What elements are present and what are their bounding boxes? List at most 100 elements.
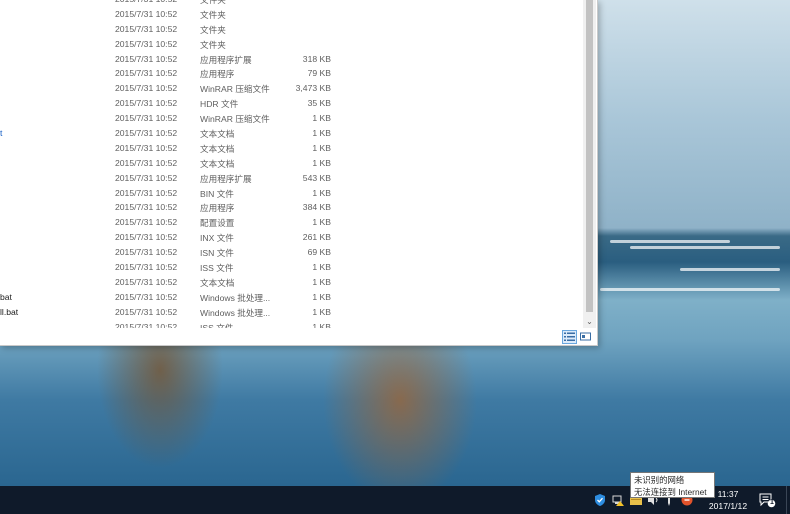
file-row[interactable]: 2015/7/31 10:52 BIN 文件 1 KB <box>0 186 583 201</box>
file-date: 2015/7/31 10:52 <box>115 98 178 109</box>
tooltip-line-1: 未识别的网络 <box>634 475 685 485</box>
file-row[interactable]: t 2015/7/31 10:52 文本文档 1 KB <box>0 126 583 141</box>
file-date: 2015/7/31 10:52 <box>115 0 177 4</box>
file-type: 配置设置 <box>200 218 235 229</box>
network-icon[interactable] <box>611 493 625 507</box>
file-date: 2015/7/31 10:52 <box>115 83 178 94</box>
wave <box>610 240 730 243</box>
file-size: 35 KB <box>307 98 331 109</box>
scrollbar-thumb[interactable] <box>586 0 593 312</box>
file-row[interactable]: 2015/7/31 10:52 ISN 文件 69 KB <box>0 245 583 260</box>
scroll-down-button[interactable]: ⌄ <box>583 316 596 328</box>
file-row[interactable]: 2015/7/31 10:52 文本文档 1 KB <box>0 156 583 171</box>
file-type: Windows 批处理... <box>200 292 271 303</box>
file-type: BIN 文件 <box>200 188 234 199</box>
file-type: ISN 文件 <box>200 248 234 259</box>
file-size: 384 KB <box>302 202 331 213</box>
file-row[interactable]: 2015/7/31 10:52 应用程序 384 KB <box>0 200 583 215</box>
file-size: 69 KB <box>307 247 331 258</box>
file-size: 3,473 KB <box>295 83 331 94</box>
file-type: 文件夹 <box>200 39 226 50</box>
file-row[interactable]: 2015/7/31 10:52 INX 文件 261 KB <box>0 230 583 245</box>
status-bar <box>0 328 597 345</box>
file-type: 应用程序扩展 <box>200 54 252 65</box>
file-size: 543 KB <box>302 172 331 183</box>
file-name: bat <box>0 291 12 302</box>
wave <box>630 246 780 249</box>
file-type: 文本文档 <box>200 158 235 169</box>
file-row[interactable]: 2015/7/31 10:52 WinRAR 压缩文件 3,473 KB <box>0 81 583 96</box>
file-size: 1 KB <box>312 157 331 168</box>
file-name: t <box>0 128 3 139</box>
file-date: 2015/7/31 10:52 <box>115 53 178 64</box>
file-date: 2015/7/31 10:52 <box>115 232 178 243</box>
notification-count: 1 <box>770 499 774 506</box>
file-type: 文本文档 <box>200 143 235 154</box>
file-row[interactable]: 2015/7/31 10:52 ISS 文件 1 KB <box>0 320 583 328</box>
show-desktop-button[interactable] <box>786 486 790 514</box>
file-date: 2015/7/31 10:52 <box>115 38 178 49</box>
file-row[interactable]: 2015/7/31 10:52 文本文档 1 KB <box>0 275 583 290</box>
action-center-button[interactable]: 1 <box>758 492 776 508</box>
file-row[interactable]: 2015/7/31 10:52 WinRAR 压缩文件 1 KB <box>0 111 583 126</box>
file-date: 2015/7/31 10:52 <box>115 68 178 79</box>
shield-icon[interactable] <box>593 493 607 507</box>
file-size: 1 KB <box>312 113 331 124</box>
file-type: WinRAR 压缩文件 <box>200 114 270 125</box>
file-size: 1 KB <box>312 217 331 228</box>
file-name: ll.bat <box>0 306 19 317</box>
file-date: 2015/7/31 10:52 <box>115 306 178 317</box>
file-date: 2015/7/31 10:52 <box>115 23 178 34</box>
large-icons-view-button[interactable] <box>578 330 593 344</box>
vertical-scrollbar[interactable]: ⌄ <box>583 0 596 330</box>
file-date: 2015/7/31 10:52 <box>115 247 178 258</box>
file-type: 文件夹 <box>200 0 226 5</box>
file-type: 文件夹 <box>200 24 226 35</box>
file-row[interactable]: 2015/7/31 10:52 配置设置 1 KB <box>0 215 583 230</box>
file-size: 318 KB <box>302 53 331 64</box>
file-list: 2015/7/31 10:52文件夹2015/7/31 10:52文件夹2015… <box>0 0 583 328</box>
file-row[interactable]: 2015/7/31 10:52 文件夹 <box>0 0 583 7</box>
file-date: 2015/7/31 10:52 <box>115 262 178 273</box>
file-size: 79 KB <box>307 68 331 79</box>
file-row[interactable]: 2015/7/31 10:52 应用程序扩展 318 KB <box>0 52 583 67</box>
file-type: 应用程序扩展 <box>200 173 252 184</box>
file-size: 1 KB <box>312 262 331 273</box>
file-date: 2015/7/31 10:52 <box>115 187 178 198</box>
file-type: 文本文档 <box>200 129 235 140</box>
network-tooltip: 未识别的网络 无法连接到 Internet <box>630 472 715 498</box>
file-row[interactable]: 2015/7/31 10:52 文件夹 <box>0 7 583 22</box>
file-row[interactable]: 2015/7/31 10:52 文本文档 1 KB <box>0 141 583 156</box>
file-size: 1 KB <box>312 306 331 317</box>
file-type: WinRAR 压缩文件 <box>200 84 270 95</box>
file-date: 2015/7/31 10:52 <box>115 291 178 302</box>
file-row[interactable]: 2015/7/31 10:52 应用程序 79 KB <box>0 66 583 81</box>
file-row[interactable]: 2015/7/31 10:52 文件夹 <box>0 37 583 52</box>
file-type: ISS 文件 <box>200 263 234 274</box>
tooltip-line-2: 无法连接到 Internet <box>634 487 707 497</box>
file-size: 1 KB <box>312 276 331 287</box>
clock-date: 2017/1/12 <box>708 501 748 511</box>
file-row[interactable]: 2015/7/31 10:52 应用程序扩展 543 KB <box>0 171 583 186</box>
file-row[interactable]: bat 2015/7/31 10:52 Windows 批处理... 1 KB <box>0 290 583 305</box>
details-view-button[interactable] <box>562 330 577 344</box>
file-date: 2015/7/31 10:52 <box>115 128 178 139</box>
file-date: 2015/7/31 10:52 <box>115 157 178 168</box>
file-date: 2015/7/31 10:52 <box>115 8 178 19</box>
file-type: HDR 文件 <box>200 99 239 110</box>
file-type: INX 文件 <box>200 233 234 244</box>
file-size: 1 KB <box>312 291 331 302</box>
file-row[interactable]: 2015/7/31 10:52 HDR 文件 35 KB <box>0 96 583 111</box>
file-date: 2015/7/31 10:52 <box>115 217 178 228</box>
file-size: 1 KB <box>312 187 331 198</box>
large-icons-view-icon <box>580 332 591 341</box>
file-type: 文件夹 <box>200 9 226 20</box>
file-date: 2015/7/31 10:52 <box>115 172 178 183</box>
file-type: 应用程序 <box>200 69 235 80</box>
file-date: 2015/7/31 10:52 <box>115 113 178 124</box>
file-explorer-window: 2015/7/31 10:52文件夹2015/7/31 10:52文件夹2015… <box>0 0 598 346</box>
file-row[interactable]: 2015/7/31 10:52 ISS 文件 1 KB <box>0 260 583 275</box>
file-row[interactable]: 2015/7/31 10:52 文件夹 <box>0 22 583 37</box>
file-date: 2015/7/31 10:52 <box>115 142 178 153</box>
file-row[interactable]: ll.bat 2015/7/31 10:52 Windows 批处理... 1 KB <box>0 305 583 320</box>
